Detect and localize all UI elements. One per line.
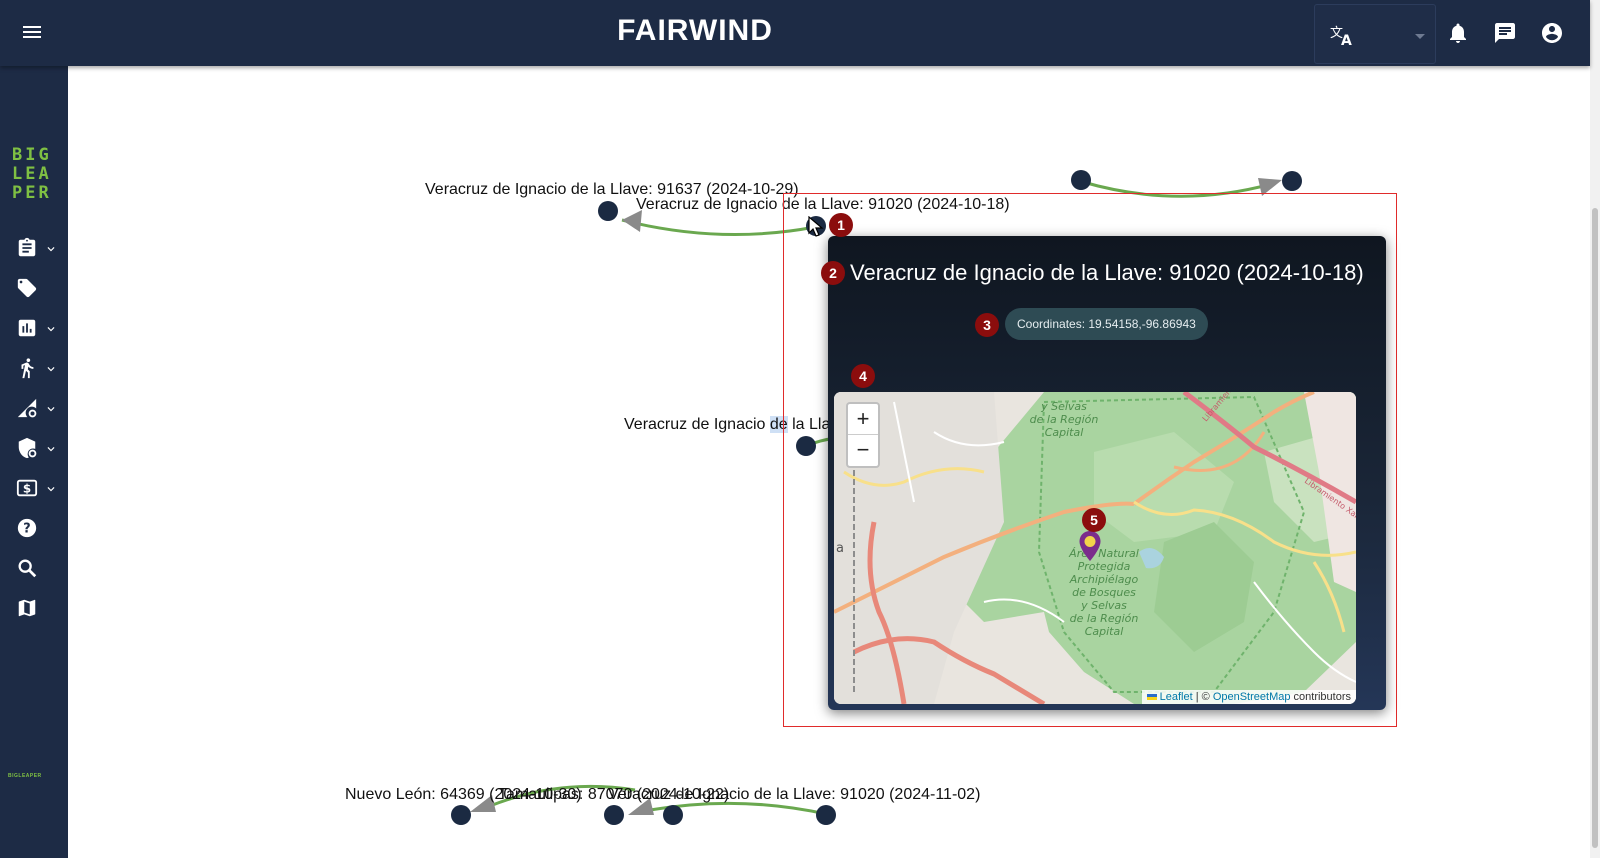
app-title: FAIRWIND xyxy=(617,14,773,47)
language-select[interactable]: 文 A xyxy=(1314,4,1436,64)
graph-node[interactable] xyxy=(1282,171,1302,191)
translate-icon: 文 A xyxy=(1329,23,1355,52)
map-zoom-control: + − xyxy=(846,402,880,468)
popup-title: Veracruz de Ignacio de la Llave: 91020 (… xyxy=(850,260,1364,285)
graph-node[interactable] xyxy=(451,805,471,825)
graph-node[interactable] xyxy=(816,805,836,825)
annotation-badge: 5 xyxy=(1082,508,1106,532)
ukraine-flag-icon xyxy=(1146,694,1157,701)
svg-text:a: a xyxy=(836,541,844,556)
zoom-out-button[interactable]: − xyxy=(848,435,878,465)
map-pin-icon[interactable] xyxy=(1078,530,1102,562)
map-view[interactable]: y Selvas de la Región Capital Área Natural… xyxy=(834,392,1356,704)
leaflet-link[interactable]: Leaflet xyxy=(1160,691,1193,703)
annotation-badge: 1 xyxy=(829,213,853,237)
account-circle-icon[interactable] xyxy=(1540,21,1564,45)
map-attribution: Leaflet | © OpenStreetMap contributors xyxy=(1141,690,1356,704)
scrollbar-thumb[interactable] xyxy=(1592,208,1598,848)
graph-node[interactable] xyxy=(604,805,624,825)
coordinates-chip: Coordinates: 19.54158,-96.86943 xyxy=(1005,308,1208,340)
chat-icon[interactable] xyxy=(1493,21,1517,45)
annotation-badge: 2 xyxy=(821,261,845,285)
bell-icon[interactable] xyxy=(1446,21,1470,45)
graph-node[interactable] xyxy=(598,201,618,221)
graph-node[interactable] xyxy=(663,805,683,825)
top-app-bar: FAIRWIND 文 A xyxy=(0,0,1590,66)
openstreetmap-link[interactable]: OpenStreetMap xyxy=(1213,691,1291,703)
annotation-badge: 3 xyxy=(975,313,999,337)
graph-node[interactable] xyxy=(1071,170,1091,190)
svg-text:A: A xyxy=(1341,33,1352,47)
mouse-cursor-icon xyxy=(808,216,824,237)
annotation-badge: 4 xyxy=(851,364,875,388)
zoom-in-button[interactable]: + xyxy=(848,404,878,435)
chevron-down-icon xyxy=(1415,34,1425,39)
node-detail-popup: Veracruz de Ignacio de la Llave: 91020 (… xyxy=(828,236,1386,710)
node-label: Veracruz de Ignacio de la Llave: 91020 (… xyxy=(608,786,981,803)
